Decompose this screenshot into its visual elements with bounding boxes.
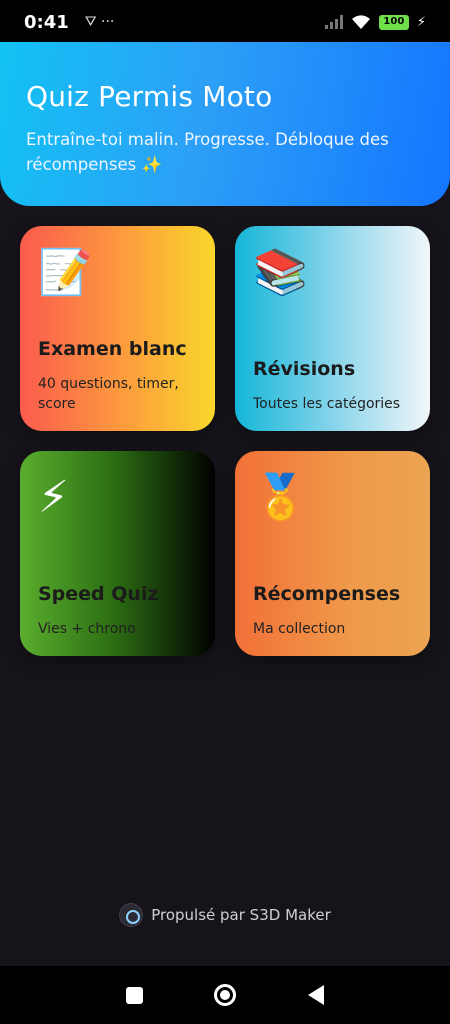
revisions-card-title: Révisions xyxy=(253,358,356,380)
system-nav-bar xyxy=(0,966,450,1024)
books-icon: 📚 xyxy=(253,247,308,298)
speed-quiz-card[interactable]: ⚡ Speed Quiz Vies + chrono xyxy=(20,451,215,656)
revisions-card[interactable]: 📚 Révisions Toutes les catégories xyxy=(235,226,430,431)
status-time: 0:41 xyxy=(24,11,69,33)
battery-icon: 100 xyxy=(378,14,409,30)
footer-text: Propulsé par S3D Maker xyxy=(151,906,331,924)
exam-card[interactable]: 📝 Examen blanc 40 questions, timer, scor… xyxy=(20,226,215,431)
wifi-icon xyxy=(351,15,370,29)
signal-icon xyxy=(324,15,343,29)
footer: Propulsé par S3D Maker xyxy=(0,903,450,927)
status-bar: 0:41 ⛛ ··· 100 ⚡ xyxy=(0,0,450,44)
charging-icon: ⚡ xyxy=(416,14,426,30)
memo-icon: 📝 xyxy=(38,247,93,298)
home-icon[interactable] xyxy=(214,984,237,1006)
app-subtitle: Entraîne-toi malin. Progresse. Débloque … xyxy=(26,130,389,174)
app-title: Quiz Permis Moto xyxy=(26,80,273,113)
medal-icon: 🏅 xyxy=(253,472,308,523)
rewards-card[interactable]: 🏅 Récompenses Ma collection xyxy=(235,451,430,656)
back-icon[interactable] xyxy=(308,985,325,1005)
lightning-icon: ⚡ xyxy=(38,472,69,523)
notification-icons: ⛛ ··· xyxy=(84,14,115,30)
speed-quiz-card-desc: Vies + chrono xyxy=(38,621,136,637)
app-header: Quiz Permis Moto Entraîne-toi malin. Pro… xyxy=(0,42,450,206)
rewards-card-desc: Ma collection xyxy=(253,621,346,637)
speed-quiz-card-title: Speed Quiz xyxy=(38,583,159,605)
rewards-card-title: Récompenses xyxy=(253,583,401,605)
status-indicators: 100 ⚡ xyxy=(324,14,426,30)
s3d-maker-logo-icon xyxy=(119,903,144,927)
revisions-card-desc: Toutes les catégories xyxy=(253,396,401,412)
exam-card-title: Examen blanc xyxy=(38,338,187,360)
exam-card-desc: 40 questions, timer, score xyxy=(38,376,179,412)
recent-apps-icon[interactable] xyxy=(125,986,143,1004)
